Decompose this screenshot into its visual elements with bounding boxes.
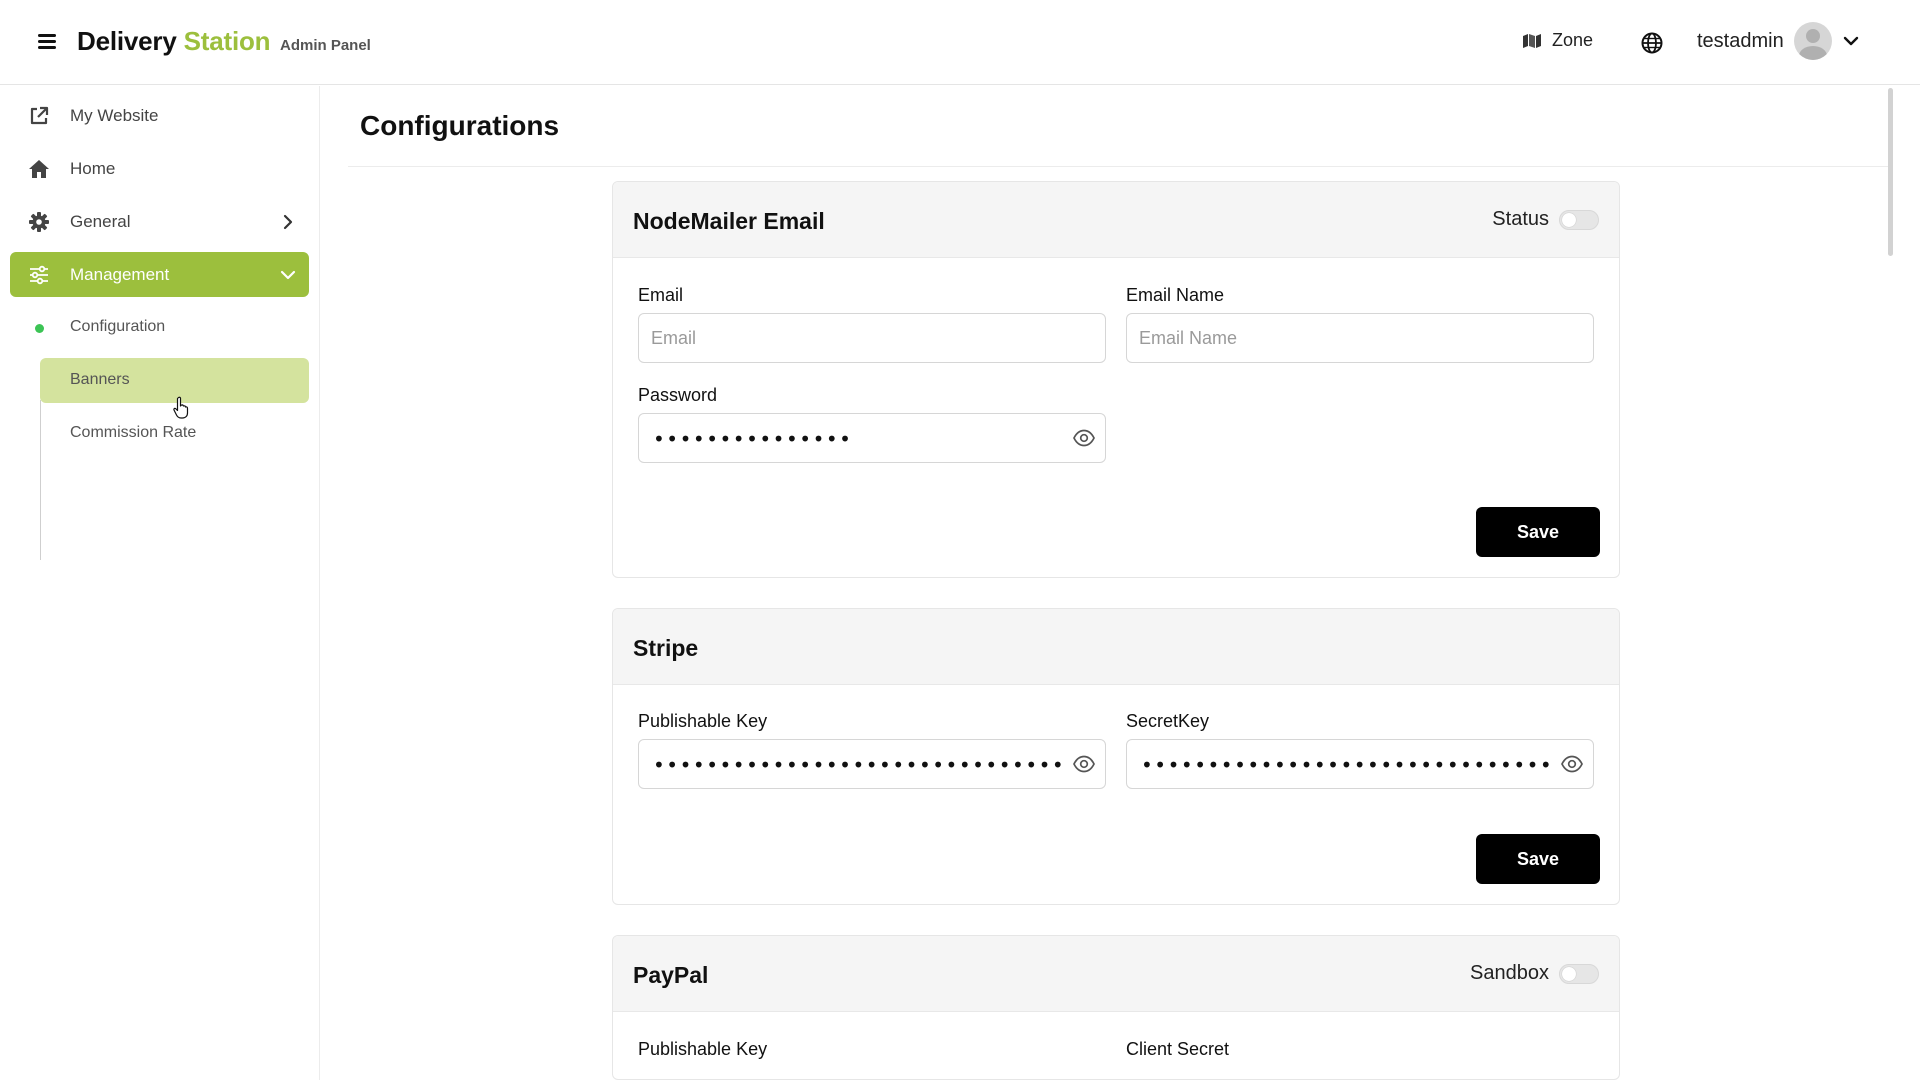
publishable-key-value: ••••••••••••••••••••••••••••••••••••••••…	[653, 753, 1063, 777]
chevron-right-icon	[283, 214, 293, 230]
brand-name-primary: Delivery	[77, 26, 177, 56]
page-title: Configurations	[360, 110, 560, 141]
zone-label: Zone	[1552, 30, 1594, 50]
user-menu[interactable]: testadmin	[1697, 22, 1860, 60]
sliders-icon	[30, 265, 48, 285]
publishable-key-label: Publishable Key	[638, 711, 768, 731]
publishable-key-label: Publishable Key	[638, 1039, 768, 1059]
eye-icon[interactable]	[1073, 429, 1095, 447]
status-toggle-group: Status	[1492, 208, 1599, 231]
active-indicator-dot	[35, 324, 44, 333]
sidebar-item-label: Management	[70, 264, 170, 284]
sidebar-item-label: My Website	[70, 105, 159, 125]
sidebar-item-management[interactable]: Management	[10, 252, 309, 297]
avatar	[1793, 22, 1832, 60]
chevron-down-icon	[1843, 36, 1858, 46]
client-secret-label: Client Secret	[1126, 1039, 1230, 1059]
card-header: NodeMailer Email Status	[613, 182, 1619, 258]
divider	[348, 166, 1888, 167]
sidebar-item-general[interactable]: General	[10, 199, 309, 244]
card-title: NodeMailer Email	[633, 208, 825, 234]
chevron-down-icon	[280, 270, 296, 280]
password-value: •••••••••••••••	[653, 427, 853, 451]
sidebar-subitem-label: Banners	[70, 371, 130, 388]
save-button[interactable]: Save	[1476, 507, 1600, 557]
menu-icon[interactable]	[38, 32, 60, 50]
sidebar-item-label: Home	[70, 158, 116, 178]
secret-key-value: ••••••••••••••••••••••••••••••••••••••••…	[1141, 753, 1551, 777]
top-bar: Delivery Station Admin Panel Zone testad…	[0, 0, 1920, 85]
status-label: Status	[1492, 208, 1549, 230]
brand-logo[interactable]: Delivery Station	[77, 26, 271, 57]
brand-name-accent: Station	[183, 26, 271, 56]
save-button[interactable]: Save	[1476, 834, 1600, 884]
gear-icon	[29, 212, 49, 232]
secret-key-field[interactable]: ••••••••••••••••••••••••••••••••••••••••…	[1126, 739, 1594, 789]
sandbox-toggle-group: Sandbox	[1470, 962, 1599, 985]
external-link-icon	[30, 106, 49, 125]
sidebar-subitem-label: Configuration	[70, 318, 166, 335]
globe-icon[interactable]	[1641, 32, 1663, 54]
paypal-card: PayPal Sandbox Publishable Key Client Se…	[612, 935, 1620, 1080]
brand-subtitle: Admin Panel	[280, 37, 371, 54]
username: testadmin	[1697, 29, 1784, 52]
sidebar-item-my-website[interactable]: My Website	[10, 93, 309, 138]
map-icon	[1523, 33, 1541, 48]
zone-button[interactable]: Zone	[1522, 30, 1593, 51]
email-field[interactable]	[638, 313, 1106, 363]
card-title: Stripe	[633, 635, 699, 661]
card-title: PayPal	[633, 962, 709, 988]
email-label: Email	[638, 285, 684, 305]
password-field[interactable]: •••••••••••••••	[638, 413, 1106, 463]
email-name-label: Email Name	[1126, 285, 1225, 305]
home-icon	[29, 160, 49, 178]
sidebar-subitem-configuration[interactable]: Configuration	[35, 305, 309, 350]
sidebar-subitem-label: Commission Rate	[70, 424, 197, 441]
secret-key-label: SecretKey	[1126, 711, 1210, 731]
password-label: Password	[638, 385, 718, 405]
card-header: Stripe	[613, 609, 1619, 685]
eye-icon[interactable]	[1073, 755, 1095, 773]
sandbox-toggle[interactable]	[1559, 963, 1599, 984]
hand-cursor-icon	[173, 396, 189, 419]
scrollbar-thumb[interactable]	[1888, 88, 1893, 256]
email-name-field[interactable]	[1126, 313, 1594, 363]
eye-icon[interactable]	[1561, 755, 1583, 773]
nodemailer-email-card: NodeMailer Email Status Email Email Name…	[612, 181, 1620, 578]
stripe-card: Stripe Publishable Key •••••••••••••••••…	[612, 608, 1620, 905]
status-toggle[interactable]	[1559, 209, 1599, 230]
sidebar: My Website Home General Management Confi…	[0, 86, 320, 1080]
sandbox-label: Sandbox	[1470, 962, 1549, 984]
card-header: PayPal Sandbox	[613, 936, 1619, 1012]
sidebar-item-home[interactable]: Home	[10, 146, 309, 191]
publishable-key-field[interactable]: ••••••••••••••••••••••••••••••••••••••••…	[638, 739, 1106, 789]
sidebar-item-label: General	[70, 211, 131, 231]
